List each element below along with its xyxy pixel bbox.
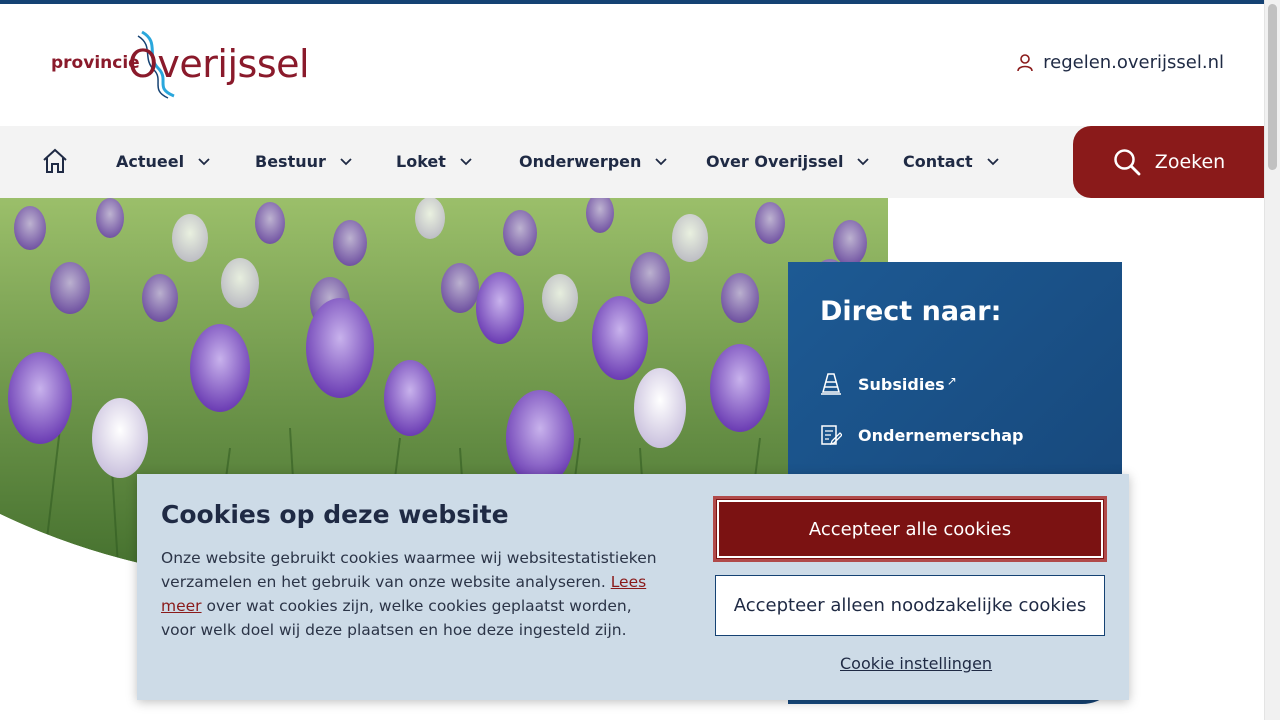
chevron-down-icon	[857, 157, 870, 165]
nav-item-onderwerpen[interactable]: Onderwerpen	[519, 152, 668, 171]
search-button[interactable]: Zoeken	[1073, 126, 1265, 198]
nav-item-label: Loket	[396, 152, 446, 171]
home-icon[interactable]	[41, 147, 69, 179]
direct-link-subsidies[interactable]: Subsidies ↗	[820, 372, 957, 396]
cookie-banner-text: Onze website gebruikt cookies waarmee wi…	[161, 546, 661, 642]
direct-link-label: Subsidies	[858, 374, 945, 394]
search-button-label: Zoeken	[1154, 151, 1226, 173]
cookie-text-after: over wat cookies zijn, welke cookies gep…	[161, 597, 632, 639]
direct-link-label: Ondernemerschap	[858, 425, 1024, 445]
nav-item-loket[interactable]: Loket	[396, 152, 472, 171]
accept-necessary-cookies-button[interactable]: Accepteer alleen noodzakelijke cookies	[715, 575, 1105, 636]
search-icon	[1114, 149, 1141, 176]
top-accent-bar	[0, 0, 1265, 4]
logo-name: Overijssel	[128, 42, 310, 86]
nav-item-over-overijssel[interactable]: Over Overijssel	[706, 152, 870, 171]
nav-item-label: Onderwerpen	[519, 152, 642, 171]
nav-item-label: Contact	[903, 152, 973, 171]
provincie-overijssel-logo[interactable]: provincie Overijssel	[50, 28, 310, 100]
nav-item-bestuur[interactable]: Bestuur	[255, 152, 352, 171]
traffic-cone-icon	[821, 373, 841, 395]
cookie-banner-title: Cookies op deze website	[161, 500, 509, 529]
accept-all-cookies-button[interactable]: Accepteer alle cookies	[713, 496, 1107, 562]
regelen-link[interactable]: regelen.overijssel.nl	[1017, 52, 1224, 73]
page-scrollbar[interactable]	[1264, 0, 1280, 720]
chevron-down-icon	[655, 157, 668, 165]
chevron-down-icon	[460, 157, 472, 165]
logo-prefix: provincie	[51, 53, 140, 73]
nav-item-actueel[interactable]: Actueel	[116, 152, 210, 171]
direct-naar-title: Direct naar:	[820, 296, 1002, 327]
cookie-text-before: Onze website gebruikt cookies waarmee wi…	[161, 549, 657, 591]
chevron-down-icon	[987, 157, 999, 165]
document-edit-icon	[821, 425, 842, 446]
nav-item-contact[interactable]: Contact	[903, 152, 999, 171]
nav-item-label: Bestuur	[255, 152, 326, 171]
cookie-settings-link[interactable]: Cookie instellingen	[840, 654, 992, 673]
scrollbar-thumb[interactable]	[1268, 4, 1277, 170]
chevron-down-icon	[340, 157, 352, 165]
nav-item-label: Actueel	[116, 152, 185, 171]
external-link-icon: ↗	[946, 373, 957, 388]
direct-link-ondernemerschap[interactable]: Ondernemerschap	[820, 423, 1024, 447]
chevron-down-icon	[198, 157, 210, 165]
user-icon	[1017, 53, 1033, 71]
nav-item-label: Over Overijssel	[706, 152, 844, 171]
regelen-link-label: regelen.overijssel.nl	[1043, 52, 1224, 73]
